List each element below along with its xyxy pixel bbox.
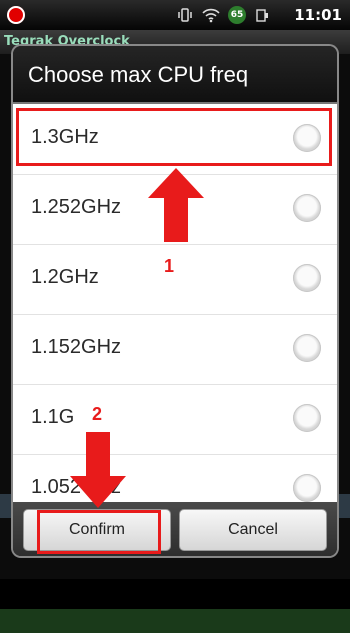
- clock: 11:01: [294, 6, 342, 24]
- cancel-button[interactable]: Cancel: [179, 509, 327, 551]
- option-label: 1.1G: [31, 406, 75, 428]
- radio-button[interactable]: [293, 474, 321, 502]
- cpu-freq-dialog: Choose max CPU freq 1.3GHz 1.252GHz 1.2G…: [13, 46, 337, 556]
- background-bottom-bar: [0, 609, 350, 633]
- confirm-button[interactable]: Confirm: [23, 509, 171, 551]
- vibrate-icon: [176, 6, 194, 24]
- option-label: 1.3GHz: [31, 126, 99, 148]
- dialog-title: Choose max CPU freq: [28, 62, 249, 87]
- option-row-1-3ghz[interactable]: 1.3GHz: [13, 104, 337, 175]
- dialog-header: Choose max CPU freq: [13, 46, 337, 104]
- option-label: 1.152GHz: [31, 336, 122, 358]
- option-label: 1.2GHz: [31, 266, 99, 288]
- battery-icon: 65: [228, 6, 246, 24]
- status-bar: 65 11:01: [0, 0, 350, 30]
- wifi-icon: [202, 6, 220, 24]
- option-row-1-152ghz[interactable]: 1.152GHz: [13, 314, 337, 385]
- radio-button[interactable]: [293, 124, 321, 152]
- radio-button[interactable]: [293, 194, 321, 222]
- step-1-label: 1: [164, 256, 175, 276]
- status-icons: 65: [176, 6, 272, 24]
- dialog-footer: Confirm Cancel: [13, 502, 337, 556]
- option-row-1-252ghz[interactable]: 1.252GHz: [13, 174, 337, 245]
- radio-button[interactable]: [293, 334, 321, 362]
- option-row-1-1g[interactable]: 1.1G: [13, 384, 337, 455]
- option-label: 1.052GHz: [31, 476, 122, 498]
- signal-icon: [254, 6, 272, 24]
- radio-button[interactable]: [293, 404, 321, 432]
- radio-button[interactable]: [293, 264, 321, 292]
- record-icon: [7, 6, 25, 24]
- option-label: 1.252GHz: [31, 196, 122, 218]
- step-2-label: 2: [92, 404, 103, 424]
- frequency-list: 1.3GHz 1.252GHz 1.2GHz 1.152GHz 1.1G 1.0…: [13, 104, 337, 546]
- option-row-1-2ghz[interactable]: 1.2GHz: [13, 244, 337, 315]
